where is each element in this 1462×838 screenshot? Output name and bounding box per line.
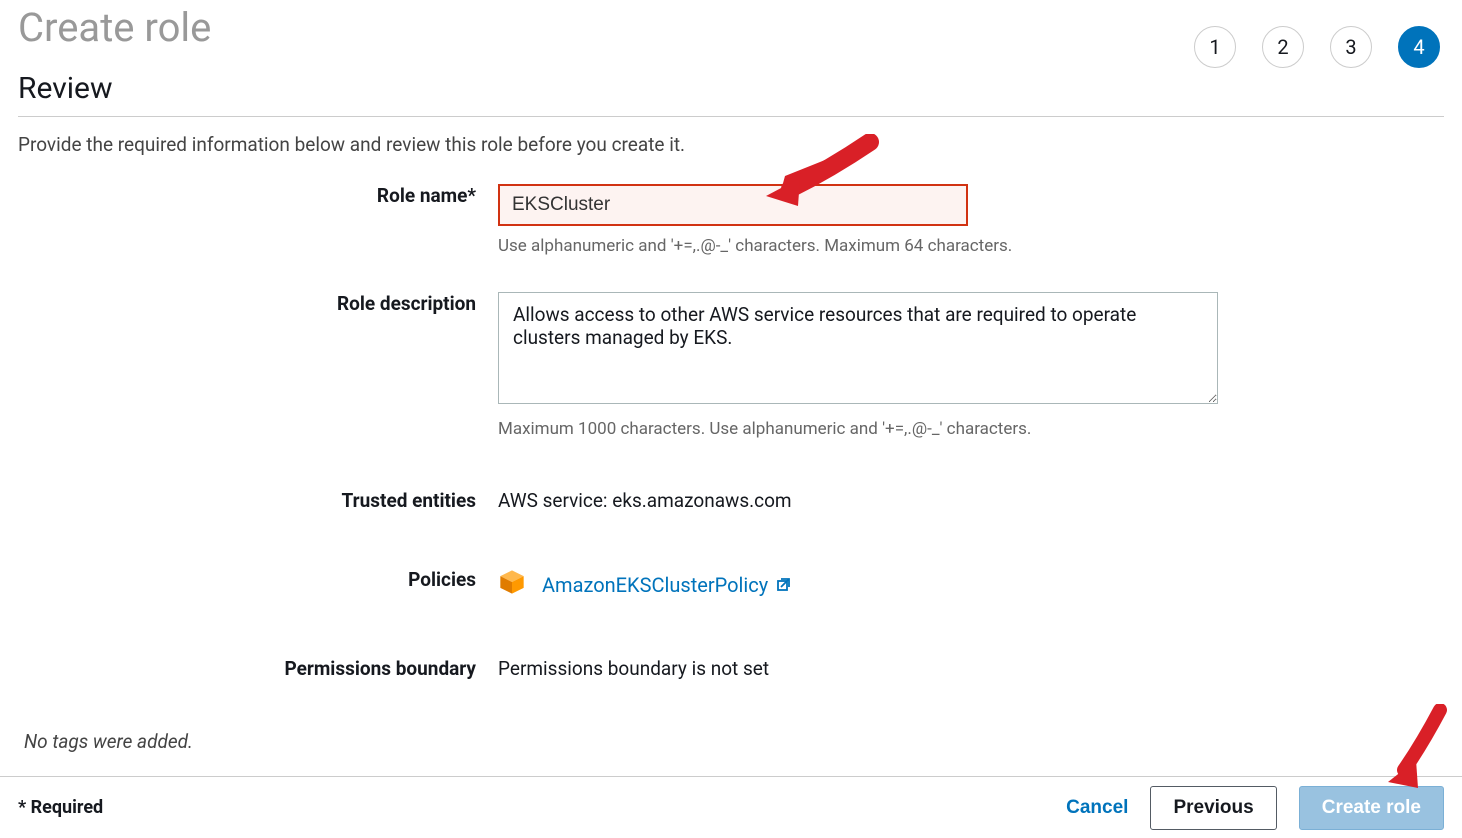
role-description-hint: Maximum 1000 characters. Use alphanumeri… (498, 419, 1444, 439)
footer: * Required Cancel Previous Create role (0, 776, 1462, 838)
tags-note: No tags were added. (24, 730, 1444, 753)
role-description-textarea[interactable] (498, 292, 1218, 404)
role-description-label: Role description (18, 286, 498, 315)
step-4[interactable]: 4 (1398, 26, 1440, 68)
required-note: * Required (18, 797, 103, 818)
step-1[interactable]: 1 (1194, 26, 1236, 68)
role-name-hint: Use alphanumeric and '+=,.@-_' character… (498, 236, 1444, 256)
step-3[interactable]: 3 (1330, 26, 1372, 68)
cancel-button[interactable]: Cancel (1066, 797, 1128, 819)
step-2[interactable]: 2 (1262, 26, 1304, 68)
external-link-icon (776, 573, 792, 597)
divider (18, 116, 1444, 117)
role-name-input[interactable] (498, 184, 968, 226)
permissions-boundary-label: Permissions boundary (18, 651, 498, 680)
policy-link-text: AmazonEKSClusterPolicy (542, 573, 768, 597)
trusted-entities-value: AWS service: eks.amazonaws.com (498, 483, 1444, 512)
section-title: Review (18, 71, 1444, 106)
intro-text: Provide the required information below a… (18, 133, 1444, 156)
trusted-entities-label: Trusted entities (18, 483, 498, 512)
policy-link[interactable]: AmazonEKSClusterPolicy (542, 573, 792, 597)
role-name-label: Role name* (18, 178, 498, 207)
permissions-boundary-value: Permissions boundary is not set (498, 651, 1444, 680)
wizard-steps: 1 2 3 4 (1194, 26, 1440, 68)
previous-button[interactable]: Previous (1150, 786, 1276, 830)
policy-box-icon (498, 568, 526, 601)
policies-label: Policies (18, 562, 498, 591)
create-role-button[interactable]: Create role (1299, 786, 1444, 830)
